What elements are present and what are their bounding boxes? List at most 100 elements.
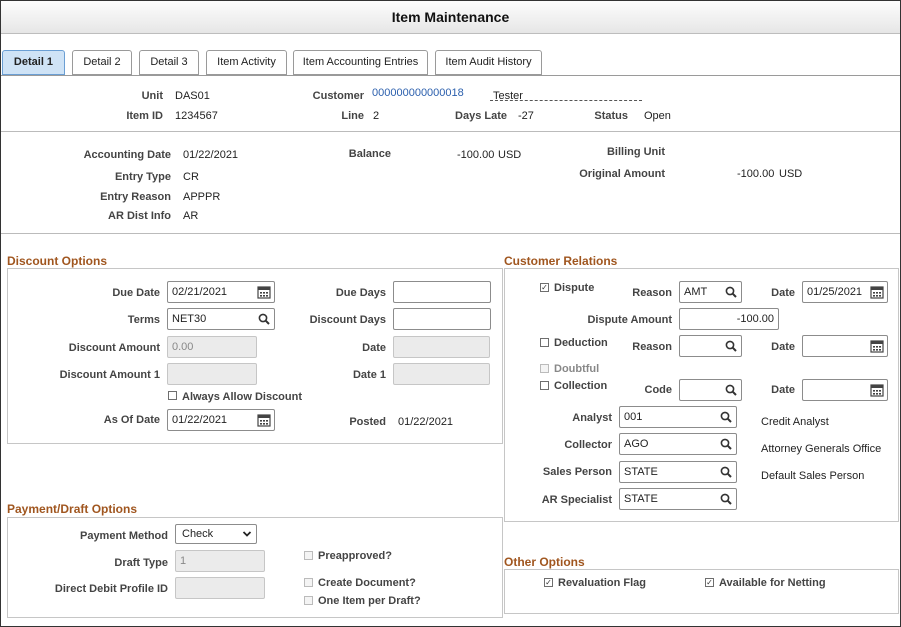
revaluation-flag-checkbox[interactable]: ✓ xyxy=(544,578,553,587)
dispute-amount-input[interactable]: -100.00 xyxy=(679,308,779,330)
tab-item-activity[interactable]: Item Activity xyxy=(206,50,287,75)
customer-name-underline xyxy=(490,100,642,101)
draft-type-input[interactable]: 1 xyxy=(175,550,265,572)
collector-label: Collector xyxy=(564,439,612,451)
ar-dist-value: AR xyxy=(183,210,199,222)
always-allow-discount-label: Always Allow Discount xyxy=(182,391,303,403)
magnifier-icon[interactable] xyxy=(722,381,740,399)
status-label: Status xyxy=(594,110,628,122)
direct-debit-profile-input[interactable] xyxy=(175,577,265,599)
discount-days-label: Discount Days xyxy=(309,314,386,326)
available-for-netting-checkbox[interactable]: ✓ xyxy=(705,578,714,587)
item-id-value: 1234567 xyxy=(175,110,218,122)
payment-method-select[interactable]: Check xyxy=(175,524,257,544)
days-late-value: -27 xyxy=(518,110,534,122)
collection-label: Collection xyxy=(554,380,608,392)
discount-amount-1-input[interactable] xyxy=(167,363,257,385)
magnifier-icon[interactable] xyxy=(717,490,735,508)
line-label: Line xyxy=(341,110,364,122)
preapproved-checkbox[interactable] xyxy=(304,551,313,560)
entry-type-value: CR xyxy=(183,171,199,183)
deduction-date-label: Date xyxy=(771,341,795,353)
deduction-label: Deduction xyxy=(554,337,608,349)
accounting-date-value: 01/22/2021 xyxy=(183,149,239,161)
discount-date-1-label: Date 1 xyxy=(352,369,386,381)
collection-code-label: Code xyxy=(644,384,673,396)
unit-label: Unit xyxy=(141,90,163,102)
dispute-label: Dispute xyxy=(554,282,595,294)
collection-checkbox[interactable] xyxy=(540,381,549,390)
discount-days-input[interactable] xyxy=(393,308,491,330)
magnifier-icon[interactable] xyxy=(717,408,735,426)
other-options-title: Other Options xyxy=(504,555,585,569)
doubtful-label: Doubtful xyxy=(554,363,600,375)
ar-dist-label: AR Dist Info xyxy=(108,210,171,222)
collector-description: Attorney Generals Office xyxy=(761,443,882,455)
payment-method-value: Check xyxy=(182,528,214,540)
due-days-label: Due Days xyxy=(335,287,386,299)
revaluation-flag-label: Revaluation Flag xyxy=(558,577,647,589)
create-document-label: Create Document? xyxy=(318,577,416,589)
tab-item-accounting-entries[interactable]: Item Accounting Entries xyxy=(293,50,428,75)
one-item-per-draft-checkbox[interactable] xyxy=(304,596,313,605)
balance-currency: USD xyxy=(498,149,522,161)
magnifier-icon[interactable] xyxy=(722,337,740,355)
magnifier-icon[interactable] xyxy=(255,310,273,328)
status-value: Open xyxy=(644,110,671,122)
as-of-date-label: As Of Date xyxy=(103,414,160,426)
tab-item-audit-history[interactable]: Item Audit History xyxy=(435,50,542,75)
terms-label: Terms xyxy=(127,314,160,326)
discount-date-label: Date xyxy=(362,342,386,354)
discount-amount-1-label: Discount Amount 1 xyxy=(59,369,160,381)
due-days-input[interactable] xyxy=(393,281,491,303)
magnifier-icon[interactable] xyxy=(722,283,740,301)
posted-label: Posted xyxy=(349,416,386,428)
discount-date-1-input[interactable] xyxy=(393,363,490,385)
calendar-icon[interactable] xyxy=(255,283,273,301)
dispute-reason-label: Reason xyxy=(632,287,672,299)
tab-divider xyxy=(1,75,900,76)
discount-amount-input[interactable]: 0.00 xyxy=(167,336,257,358)
billing-unit-label: Billing Unit xyxy=(606,146,665,158)
tab-detail-2[interactable]: Detail 2 xyxy=(72,50,132,75)
entry-reason-label: Entry Reason xyxy=(100,191,171,203)
item-id-label: Item ID xyxy=(126,110,163,122)
calendar-icon[interactable] xyxy=(868,283,886,301)
dispute-checkbox[interactable]: ✓ xyxy=(540,283,549,292)
balance-label: Balance xyxy=(348,148,391,160)
original-amount-value: -100.00 xyxy=(737,168,775,180)
always-allow-discount-checkbox[interactable] xyxy=(168,391,177,400)
days-late-label: Days Late xyxy=(455,110,507,122)
original-amount-label: Original Amount xyxy=(579,168,665,180)
payment-draft-options-title: Payment/Draft Options xyxy=(7,502,138,516)
collection-date-label: Date xyxy=(771,384,795,396)
one-item-per-draft-label: One Item per Draft? xyxy=(318,595,421,607)
available-for-netting-label: Available for Netting xyxy=(719,577,826,589)
calendar-icon[interactable] xyxy=(255,411,273,429)
tab-detail-3[interactable]: Detail 3 xyxy=(139,50,199,75)
balance-value: -100.00 xyxy=(457,149,495,161)
calendar-icon[interactable] xyxy=(868,337,886,355)
draft-type-label: Draft Type xyxy=(114,557,168,569)
calendar-icon[interactable] xyxy=(868,381,886,399)
unit-value: DAS01 xyxy=(175,90,210,102)
entry-type-label: Entry Type xyxy=(114,171,171,183)
entry-reason-value: APPPR xyxy=(183,191,221,203)
due-date-label: Due Date xyxy=(112,287,160,299)
magnifier-icon[interactable] xyxy=(717,435,735,453)
page-title: Item Maintenance xyxy=(1,1,900,34)
chevron-down-icon xyxy=(242,525,252,549)
accounting-date-label: Accounting Date xyxy=(83,149,171,161)
deduction-checkbox[interactable] xyxy=(540,338,549,347)
customer-link[interactable]: 000000000000018 xyxy=(372,87,464,99)
discount-date-input[interactable] xyxy=(393,336,490,358)
magnifier-icon[interactable] xyxy=(717,463,735,481)
preapproved-label: Preapproved? xyxy=(318,550,392,562)
doubtful-checkbox[interactable] xyxy=(540,364,549,373)
other-options-panel xyxy=(504,569,899,614)
tab-detail-1[interactable]: Detail 1 xyxy=(2,50,65,75)
create-document-checkbox[interactable] xyxy=(304,578,313,587)
analyst-label: Analyst xyxy=(572,412,612,424)
original-amount-currency: USD xyxy=(779,168,803,180)
divider xyxy=(1,233,900,234)
